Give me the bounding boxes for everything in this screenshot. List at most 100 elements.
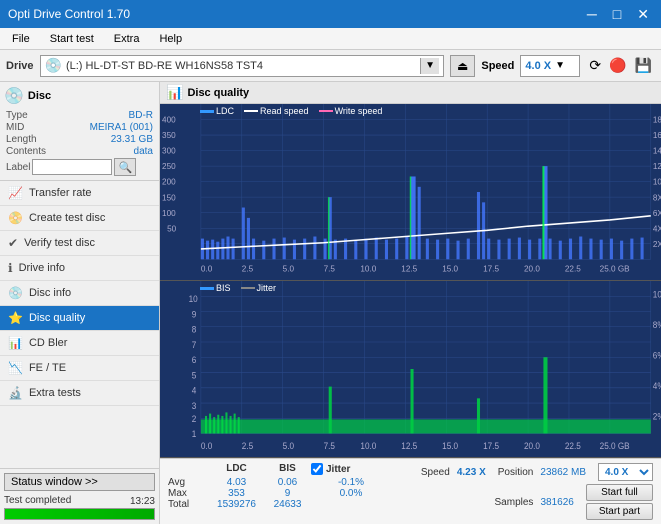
speed-position-row: Speed 4.23 X Position 23862 MB 4.0 X 8.0… [421,463,653,481]
write-speed-legend-color [319,110,333,112]
svg-text:2.5: 2.5 [242,440,253,451]
avg-bis: 0.06 [265,477,310,488]
svg-text:200: 200 [162,178,176,187]
menu-file[interactable]: File [4,31,38,47]
avg-label: Avg [168,477,208,488]
chart-header-icon: 📊 [166,84,183,101]
right-controls: Speed 4.23 X Position 23862 MB 4.0 X 8.0… [421,463,653,520]
position-block: Position 23862 MB [498,466,586,478]
sidebar-item-disc-quality[interactable]: ⭐ Disc quality [0,306,159,331]
cd-bler-icon: 📊 [8,336,23,350]
svg-text:7.5: 7.5 [324,440,335,451]
svg-text:5.0: 5.0 [283,440,294,451]
contents-label: Contents [6,146,46,157]
cd-bler-label: CD Bler [29,337,68,349]
read-speed-legend-item: Read speed [244,106,309,116]
drive-selector[interactable]: 💿 (L:) HL-DT-ST BD-RE WH16NS58 TST4 ▼ [40,55,445,77]
close-button[interactable]: ✕ [633,7,653,21]
verify-test-disc-icon: ✔ [8,236,18,250]
svg-text:4%: 4% [653,380,661,391]
menu-help[interactable]: Help [151,31,190,47]
drive-dropdown-button[interactable]: ▼ [420,58,439,74]
sidebar-item-transfer-rate[interactable]: 📈 Transfer rate [0,181,159,206]
bottom-chart: BIS Jitter [160,281,661,458]
jitter-legend-item: Jitter [241,283,277,293]
menu-extra[interactable]: Extra [106,31,148,47]
svg-text:14X: 14X [653,147,661,156]
transfer-rate-label: Transfer rate [29,187,92,199]
status-window-button[interactable]: Status window >> [4,473,155,491]
disc-type-field: Type BD-R [4,110,155,121]
chart-title: Disc quality [187,87,249,99]
sidebar-item-verify-test-disc[interactable]: ✔ Verify test disc [0,231,159,256]
save-button[interactable]: 💾 [632,54,655,77]
disc-info-label: Disc info [29,287,71,299]
svg-text:12.5: 12.5 [401,440,417,451]
bis-legend-item: BIS [200,283,231,293]
jitter-header-cell: Jitter [311,463,391,475]
drive-info-icon: ℹ [8,261,13,275]
sidebar-item-cd-bler[interactable]: 📊 CD Bler [0,331,159,356]
maximize-button[interactable]: □ [609,7,625,21]
menu-start-test[interactable]: Start test [42,31,102,47]
speed-selector[interactable]: 4.0 X ▼ [520,55,580,77]
svg-text:6%: 6% [653,350,661,361]
svg-text:250: 250 [162,162,176,171]
svg-text:7.5: 7.5 [324,265,336,274]
jitter-checkbox[interactable] [311,463,323,475]
drive-icon: 💿 [45,57,62,74]
record-button[interactable]: 🔴 [606,54,629,77]
write-speed-legend-label: Write speed [335,106,383,116]
sidebar-item-create-test-disc[interactable]: 📀 Create test disc [0,206,159,231]
label-icon-button[interactable]: 🔍 [114,158,136,176]
svg-text:2%: 2% [653,411,661,422]
svg-text:17.5: 17.5 [483,440,499,451]
svg-text:16X: 16X [653,131,661,140]
main-content: 💿 Disc Type BD-R MID MEIRA1 (001) Length… [0,82,661,524]
svg-text:7: 7 [192,339,197,350]
svg-text:2.5: 2.5 [242,265,254,274]
eject-button[interactable]: ⏏ [450,55,475,77]
chart-header: 📊 Disc quality [160,82,661,104]
svg-text:18X: 18X [653,116,661,125]
disc-fields: Type BD-R MID MEIRA1 (001) Length 23.31 … [4,110,155,176]
sidebar-item-disc-info[interactable]: 💿 Disc info [0,281,159,306]
disc-icon: 💿 [4,86,24,106]
length-value: 23.31 GB [111,134,153,145]
speed-dropdown[interactable]: 4.0 X 8.0 X 12.0 X [598,463,653,481]
speed-dropdown-button[interactable]: ▼ [555,60,565,71]
svg-text:20.0: 20.0 [524,265,540,274]
samples-label: Samples [495,497,534,508]
titlebar: Opti Drive Control 1.70 ─ □ ✕ [0,0,661,28]
extra-tests-label: Extra tests [29,387,81,399]
extra-tests-icon: 🔬 [8,386,23,400]
svg-text:1: 1 [192,429,197,440]
start-part-button[interactable]: Start part [586,503,653,520]
mid-label: MID [6,122,24,133]
top-chart: LDC Read speed Write speed [160,104,661,281]
app-title: Opti Drive Control 1.70 [8,7,130,21]
svg-text:22.5: 22.5 [565,265,581,274]
drive-text: (L:) HL-DT-ST BD-RE WH16NS58 TST4 [66,60,416,72]
total-row: Total 1539276 24633 [168,499,391,510]
svg-text:4: 4 [192,385,197,396]
svg-text:8X: 8X [653,193,661,202]
top-chart-legend: LDC Read speed Write speed [200,106,382,116]
avg-ldc: 4.03 [209,477,264,488]
sidebar-item-drive-info[interactable]: ℹ Drive info [0,256,159,281]
svg-text:6: 6 [192,355,197,366]
svg-text:5.0: 5.0 [283,265,295,274]
write-speed-legend-item: Write speed [319,106,383,116]
disc-panel: 💿 Disc Type BD-R MID MEIRA1 (001) Length… [0,82,159,181]
start-full-button[interactable]: Start full [586,484,653,501]
sidebar-item-extra-tests[interactable]: 🔬 Extra tests [0,381,159,406]
status-section: Status window >> Test completed 13:23 [0,468,159,524]
minimize-button[interactable]: ─ [583,7,601,21]
refresh-button[interactable]: ⟳ [586,54,604,77]
label-input[interactable] [32,159,112,175]
svg-text:15.0: 15.0 [442,440,458,451]
sidebar-item-fe-te[interactable]: 📉 FE / TE [0,356,159,381]
svg-text:20.0: 20.0 [524,440,540,451]
speed-value: 4.0 X [525,60,551,72]
disc-length-field: Length 23.31 GB [4,134,155,145]
